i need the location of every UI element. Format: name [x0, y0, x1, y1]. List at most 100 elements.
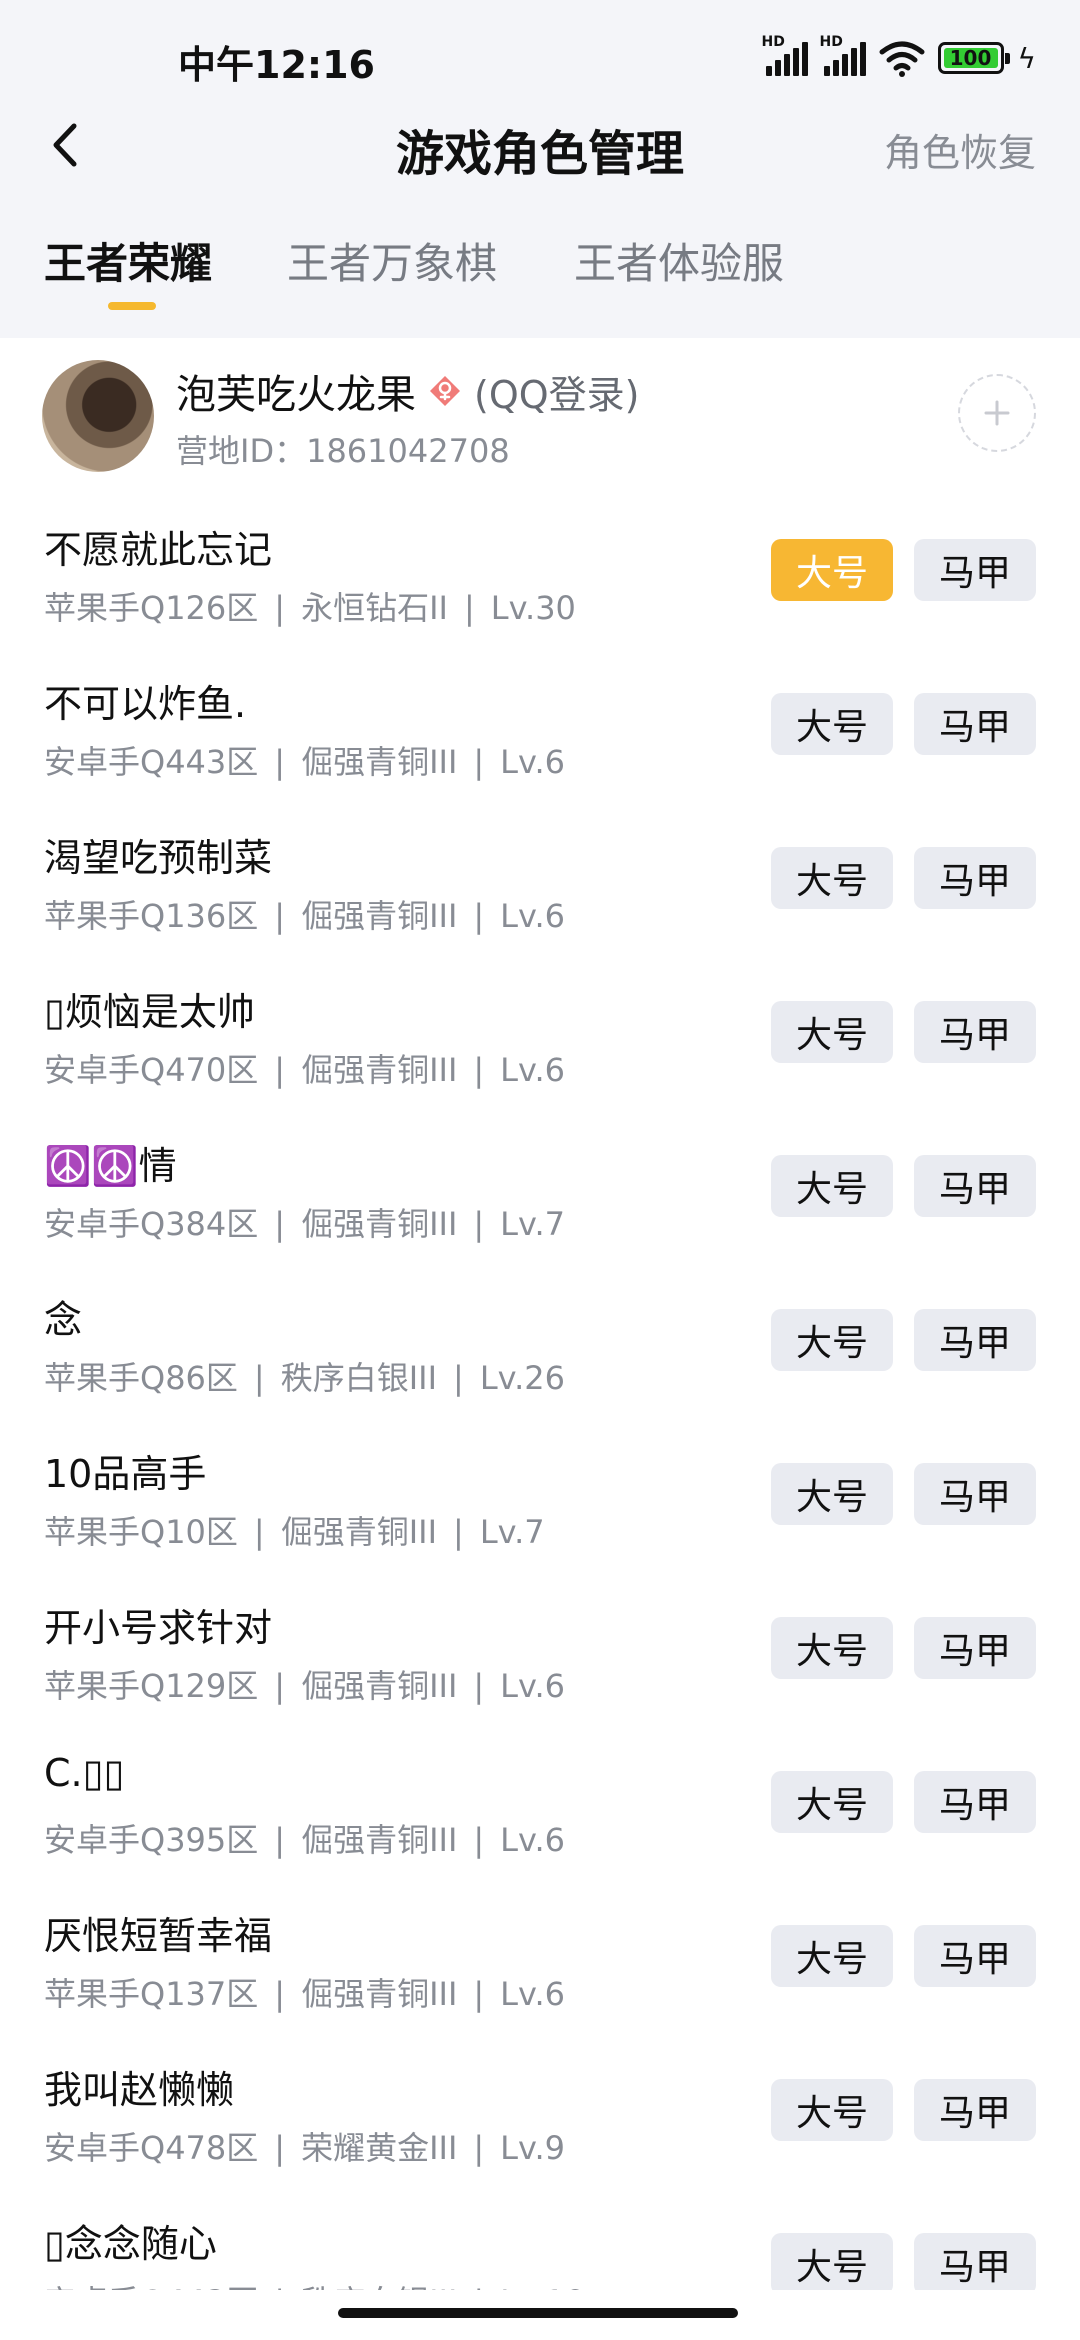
- role-meta: 安卓手Q443区 | 倔强青铜III | Lv.6: [44, 737, 565, 783]
- role-meta: 安卓手Q478区 | 荣耀黄金III | Lv.9: [44, 2123, 565, 2169]
- set-main-account-button[interactable]: 大号: [771, 2233, 893, 2295]
- role-level: Lv.6: [500, 1051, 565, 1089]
- meta-separator: |: [274, 743, 286, 781]
- set-alt-account-button[interactable]: 马甲: [914, 1463, 1036, 1525]
- role-row[interactable]: ▯烦恼是太帅 安卓手Q470区 | 倔强青铜III | Lv.6 大号 马甲: [0, 957, 1080, 1111]
- set-alt-account-button[interactable]: 马甲: [914, 693, 1036, 755]
- role-meta: 苹果手Q137区 | 倔强青铜III | Lv.6: [44, 1969, 565, 2015]
- role-rank: 倔强青铜III: [301, 1821, 458, 1859]
- role-level: Lv.26: [479, 1359, 565, 1397]
- set-alt-account-button[interactable]: 马甲: [914, 1001, 1036, 1063]
- set-alt-account-button[interactable]: 马甲: [914, 1617, 1036, 1679]
- role-level: Lv.30: [490, 589, 576, 627]
- meta-separator: |: [274, 1821, 286, 1859]
- set-alt-account-button[interactable]: 马甲: [914, 1309, 1036, 1371]
- role-server: 苹果手Q129区: [44, 1667, 259, 1705]
- role-name: 10品高手: [44, 1452, 207, 1496]
- set-main-account-button[interactable]: 大号: [771, 2079, 893, 2141]
- set-main-account-button[interactable]: 大号: [771, 1001, 893, 1063]
- set-main-account-button[interactable]: 大号: [771, 1771, 893, 1833]
- tab-wanxiangqi[interactable]: 王者万象棋: [287, 230, 497, 291]
- tab-honor-of-kings[interactable]: 王者荣耀: [44, 230, 212, 291]
- role-level: Lv.6: [500, 1667, 565, 1705]
- role-name: ▯念念随心: [44, 2222, 217, 2266]
- role-rank: 永恒钻石II: [301, 589, 448, 627]
- role-meta: 苹果手Q129区 | 倔强青铜III | Lv.6: [44, 1661, 565, 1707]
- role-level: Lv.6: [500, 897, 565, 935]
- role-row[interactable]: 10品高手 苹果手Q10区 | 倔强青铜III | Lv.7 大号 马甲: [0, 1419, 1080, 1573]
- meta-separator: |: [274, 1205, 286, 1243]
- role-name: ☮️☮️情: [44, 1144, 177, 1188]
- role-level: Lv.6: [500, 743, 565, 781]
- role-server: 苹果手Q10区: [44, 1513, 238, 1551]
- role-name: ▯烦恼是太帅: [44, 990, 255, 1034]
- role-name: 厌恨短暂幸福: [44, 1914, 273, 1958]
- meta-separator: |: [253, 1513, 265, 1551]
- role-rank: 荣耀黄金III: [301, 2129, 458, 2167]
- meta-separator: |: [463, 589, 475, 627]
- set-main-account-button[interactable]: 大号: [771, 1463, 893, 1525]
- hd-label-2: HD: [819, 34, 843, 50]
- set-alt-account-button[interactable]: 马甲: [914, 539, 1036, 601]
- role-meta: 安卓手Q384区 | 倔强青铜III | Lv.7: [44, 1199, 565, 1245]
- role-meta: 苹果手Q136区 | 倔强青铜III | Lv.6: [44, 891, 565, 937]
- role-server: 苹果手Q137区: [44, 1975, 259, 2013]
- role-row[interactable]: C.▯▯ 安卓手Q395区 | 倔强青铜III | Lv.6 大号 马甲: [0, 1727, 1080, 1881]
- meta-separator: |: [274, 1667, 286, 1705]
- add-account-button[interactable]: [958, 374, 1036, 452]
- meta-separator: |: [253, 1359, 265, 1397]
- set-alt-account-button[interactable]: 马甲: [914, 847, 1036, 909]
- set-alt-account-button[interactable]: 马甲: [914, 1771, 1036, 1833]
- role-server: 安卓手Q470区: [44, 1051, 259, 1089]
- meta-separator: |: [453, 1513, 464, 1551]
- set-alt-account-button[interactable]: 马甲: [914, 2079, 1036, 2141]
- role-rank: 倔强青铜III: [301, 1667, 458, 1705]
- set-main-account-button[interactable]: 大号: [771, 1309, 893, 1371]
- role-name: 不可以炸鱼.: [44, 682, 247, 726]
- set-main-account-button[interactable]: 大号: [771, 693, 893, 755]
- role-level: Lv.9: [500, 2129, 565, 2167]
- meta-separator: |: [274, 1975, 286, 2013]
- back-button[interactable]: [40, 118, 94, 172]
- wifi-icon: [879, 41, 925, 77]
- role-row[interactable]: 渴望吃预制菜 苹果手Q136区 | 倔强青铜III | Lv.6 大号 马甲: [0, 803, 1080, 957]
- tab-indicator: [108, 302, 156, 310]
- nav-bar: 游戏角色管理 角色恢复: [0, 100, 1080, 190]
- status-time: 中午12:16: [178, 43, 375, 87]
- battery-icon: 100: [937, 42, 1010, 74]
- set-main-account-button[interactable]: 大号: [771, 1617, 893, 1679]
- role-row[interactable]: 我叫赵懒懒 安卓手Q478区 | 荣耀黄金III | Lv.9 大号 马甲: [0, 2035, 1080, 2189]
- account-profile: 泡芙吃火龙果 (QQ登录) 营地ID：1861042708: [0, 338, 1080, 488]
- tab-experience-server[interactable]: 王者体验服: [574, 230, 784, 291]
- role-list: 不愿就此忘记 苹果手Q126区 | 永恒钻石II | Lv.30 大号 马甲 不可以炸鱼. 安卓手…: [0, 495, 1080, 2340]
- role-server: 安卓手Q395区: [44, 1821, 259, 1859]
- role-recovery-link[interactable]: 角色恢复: [884, 122, 1036, 177]
- role-rank: 倔强青铜III: [301, 1205, 458, 1243]
- role-rank: 倔强青铜III: [301, 743, 458, 781]
- signal-icon-2: HD: [820, 34, 866, 76]
- avatar[interactable]: [42, 360, 154, 472]
- set-alt-account-button[interactable]: 马甲: [914, 1925, 1036, 1987]
- meta-separator: |: [473, 1975, 485, 2013]
- set-main-account-button[interactable]: 大号: [771, 847, 893, 909]
- status-icons: HD HD 100 ϟ: [762, 34, 1036, 80]
- profile-name-line: 泡芙吃火龙果 (QQ登录): [176, 362, 639, 420]
- camp-id: 营地ID：1861042708: [176, 432, 510, 470]
- role-row[interactable]: ☮️☮️情 安卓手Q384区 | 倔强青铜III | Lv.7 大号 马甲: [0, 1111, 1080, 1265]
- home-indicator[interactable]: [338, 2308, 738, 2318]
- role-row[interactable]: 不可以炸鱼. 安卓手Q443区 | 倔强青铜III | Lv.6 大号 马甲: [0, 649, 1080, 803]
- role-row[interactable]: 念苹果手Q86区 | 秩序白银III | Lv.26 大号 马甲: [0, 1265, 1080, 1419]
- role-name: 念: [44, 1298, 83, 1342]
- set-main-account-button[interactable]: 大号: [771, 539, 893, 601]
- set-alt-account-button[interactable]: 马甲: [914, 1155, 1036, 1217]
- role-row[interactable]: 不愿就此忘记 苹果手Q126区 | 永恒钻石II | Lv.30 大号 马甲: [0, 495, 1080, 649]
- bolt-icon: ϟ: [1017, 41, 1036, 75]
- plus-icon: [984, 400, 1010, 426]
- role-row[interactable]: 厌恨短暂幸福 苹果手Q137区 | 倔强青铜III | Lv.6 大号 马甲: [0, 1881, 1080, 2035]
- meta-separator: |: [473, 1667, 485, 1705]
- set-main-account-button[interactable]: 大号: [771, 1925, 893, 1987]
- role-row[interactable]: 开小号求针对 苹果手Q129区 | 倔强青铜III | Lv.6 大号 马甲: [0, 1573, 1080, 1727]
- role-name: 不愿就此忘记: [44, 528, 273, 572]
- set-main-account-button[interactable]: 大号: [771, 1155, 893, 1217]
- set-alt-account-button[interactable]: 马甲: [914, 2233, 1036, 2295]
